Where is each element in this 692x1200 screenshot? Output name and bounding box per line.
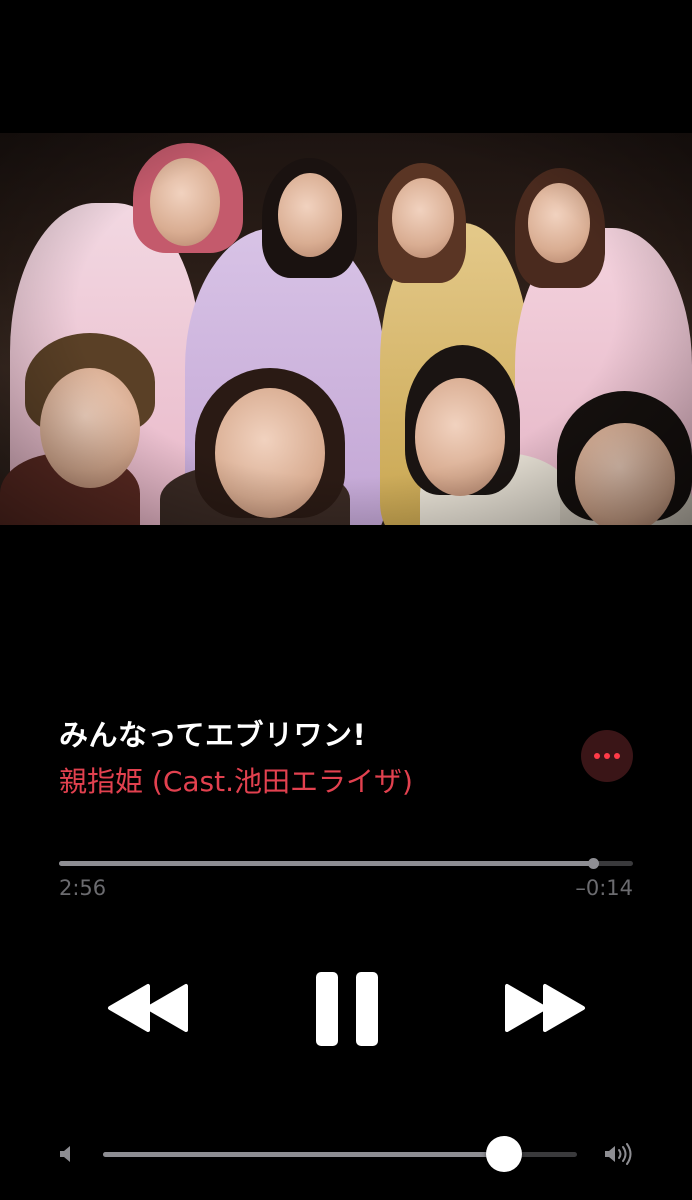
rewind-button[interactable] <box>106 980 190 1036</box>
remaining-time: –0:14 <box>575 876 633 900</box>
more-options-icon <box>594 753 600 759</box>
track-title: みんなってエブリワン! <box>59 718 367 752</box>
album-artwork <box>0 133 692 525</box>
elapsed-time: 2:56 <box>59 876 107 900</box>
playback-progress-fill <box>59 861 593 866</box>
volume-low-icon <box>59 1144 75 1164</box>
fast-forward-icon <box>505 984 585 1032</box>
pause-icon <box>316 972 378 1046</box>
fast-forward-button[interactable] <box>503 980 587 1036</box>
playback-scrubber[interactable] <box>59 858 633 869</box>
volume-slider-handle[interactable] <box>485 1136 522 1172</box>
playback-scrubber-handle[interactable] <box>587 858 599 869</box>
track-artist[interactable]: 親指姫 (Cast.池田エライザ) <box>59 760 413 800</box>
volume-level-fill <box>103 1152 504 1157</box>
volume-slider[interactable] <box>103 1136 577 1172</box>
rewind-icon <box>108 984 188 1032</box>
volume-high-icon <box>604 1142 634 1166</box>
pause-button[interactable] <box>314 970 380 1048</box>
more-options-button[interactable] <box>581 730 633 782</box>
more-options-icon-dot <box>614 753 620 759</box>
more-options-icon-dot <box>604 753 610 759</box>
